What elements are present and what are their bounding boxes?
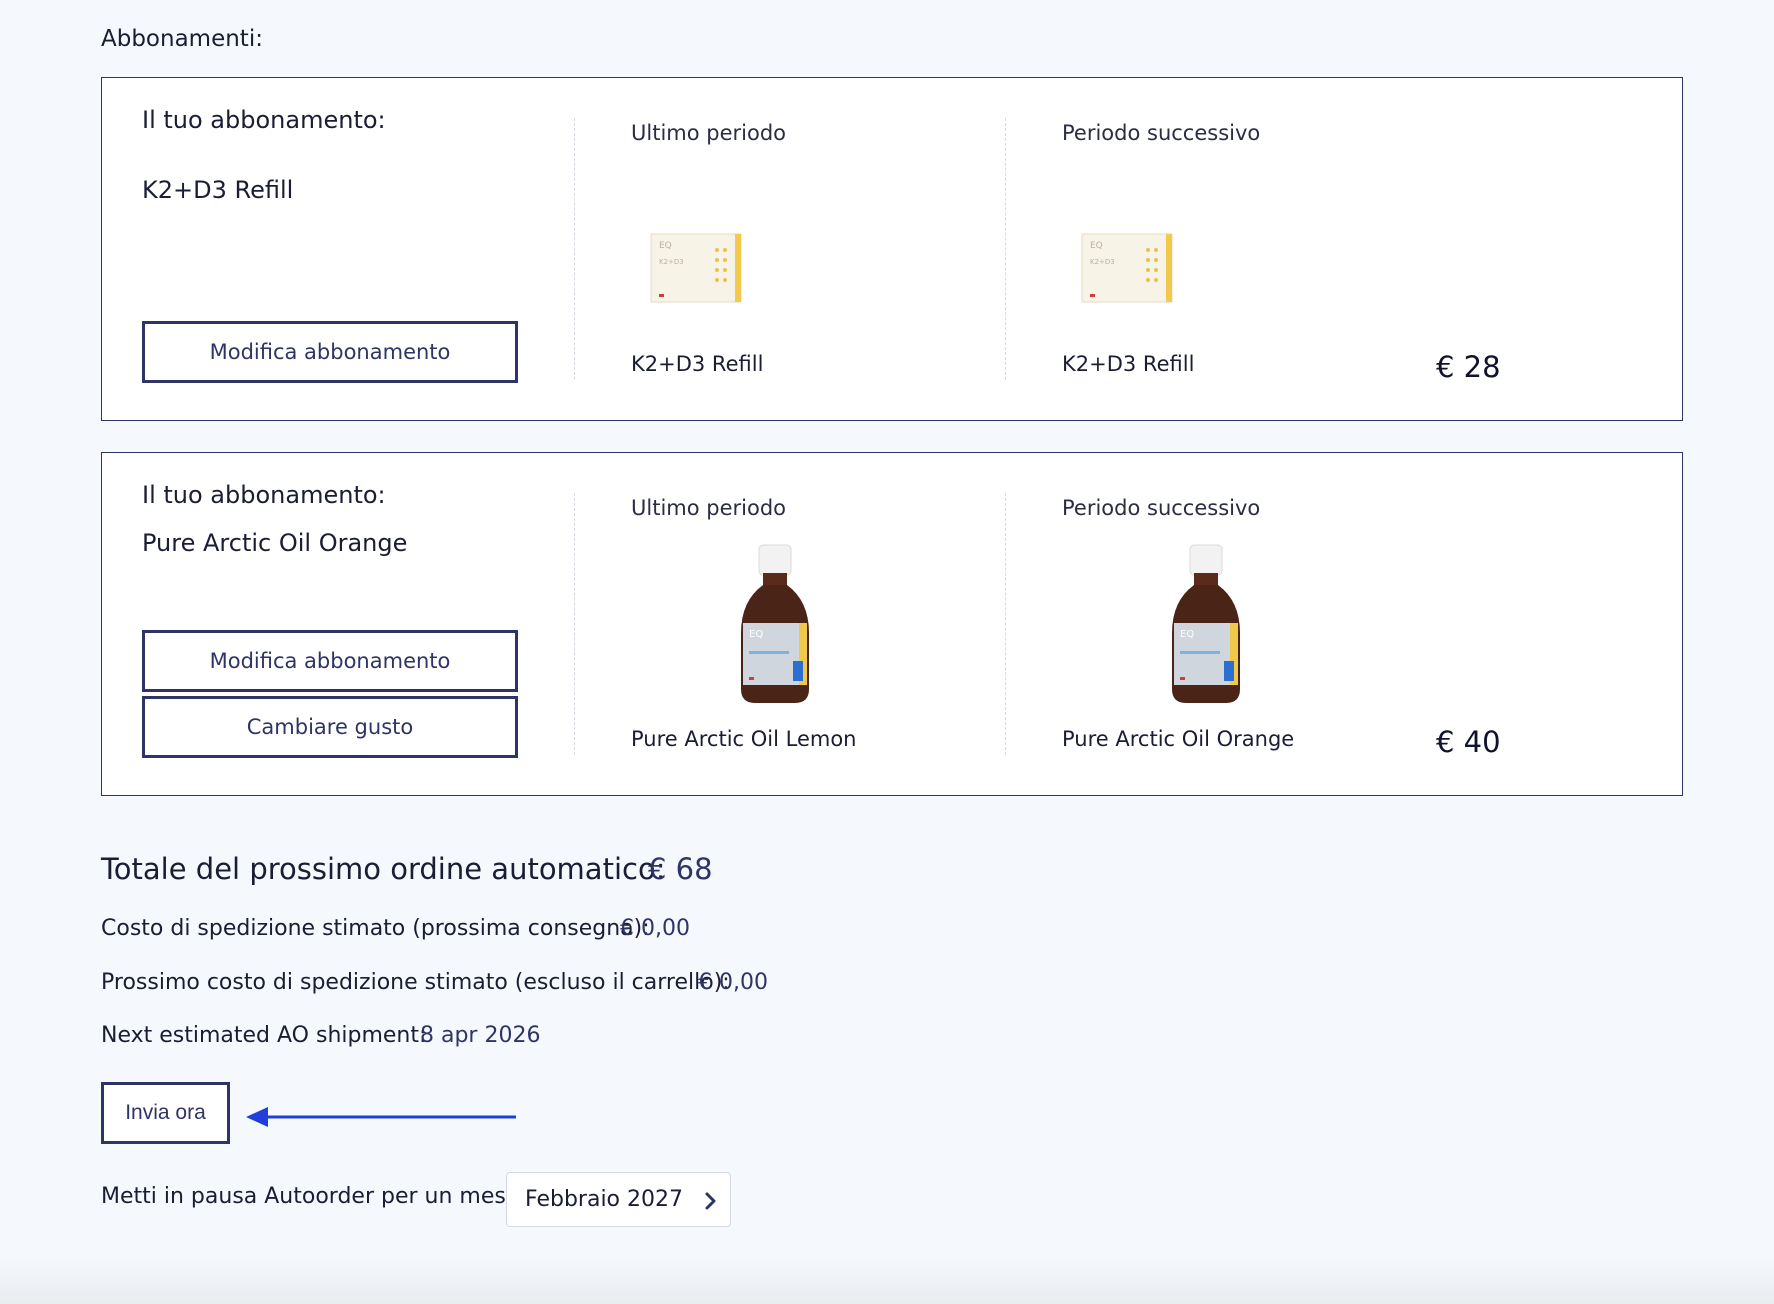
column-divider xyxy=(1005,118,1006,380)
modify-subscription-button[interactable]: Modifica abbonamento xyxy=(142,630,518,692)
subscription-price: € 40 xyxy=(1436,725,1501,759)
k2d3-box-image: EQ K2+D3 xyxy=(650,233,742,303)
svg-text:EQ: EQ xyxy=(659,241,672,251)
svg-text:EQ: EQ xyxy=(749,629,763,640)
arrow-left-icon xyxy=(246,1107,516,1127)
send-now-button[interactable]: Invia ora xyxy=(101,1082,230,1144)
selected-month: Febbraio 2027 xyxy=(525,1187,683,1212)
next-period-column: Periodo successivo EQ K2+D3 K2+D3 Refill xyxy=(1062,78,1422,420)
last-period-label: Ultimo periodo xyxy=(631,121,786,145)
k2d3-box-image: EQ K2+D3 xyxy=(1081,233,1173,303)
last-period-label: Ultimo periodo xyxy=(631,496,786,520)
your-subscription-label: Il tuo abbonamento: xyxy=(142,106,386,134)
last-period-column: Ultimo periodo EQ K2+D3 K2+D3 Refill xyxy=(631,78,991,420)
next-period-label: Periodo successivo xyxy=(1062,121,1261,145)
section-title: Abbonamenti: xyxy=(101,26,263,52)
page-footer-shade xyxy=(0,1256,1774,1304)
next-period-product: Pure Arctic Oil Orange xyxy=(1062,727,1295,751)
svg-text:K2+D3: K2+D3 xyxy=(1090,258,1115,266)
next-period-product: K2+D3 Refill xyxy=(1062,352,1195,376)
total-value: € 68 xyxy=(648,852,713,886)
subscription-price: € 28 xyxy=(1436,350,1501,384)
column-divider xyxy=(574,493,575,755)
your-subscription-label: Il tuo abbonamento: xyxy=(142,481,386,509)
subscription-card-arctic-oil: Il tuo abbonamento: Pure Arctic Oil Oran… xyxy=(101,452,1683,796)
subscription-info: Il tuo abbonamento: Pure Arctic Oil Oran… xyxy=(142,453,522,795)
total-label: Totale del prossimo ordine automatico: xyxy=(101,852,666,886)
subscription-name: K2+D3 Refill xyxy=(142,176,294,204)
pause-autoorder-label: Metti in pausa Autoorder per un mese: xyxy=(101,1184,527,1209)
subscription-info: Il tuo abbonamento: K2+D3 Refill Modific… xyxy=(142,78,522,420)
svg-text:EQ: EQ xyxy=(1180,629,1194,640)
column-divider xyxy=(1005,493,1006,755)
next-period-label: Periodo successivo xyxy=(1062,496,1261,520)
svg-text:K2+D3: K2+D3 xyxy=(659,258,684,266)
last-period-product: K2+D3 Refill xyxy=(631,352,764,376)
next-shipment-date: 8 apr 2026 xyxy=(420,1023,541,1048)
last-period-product: Pure Arctic Oil Lemon xyxy=(631,727,857,751)
next-shipping-cost-value: € 0,00 xyxy=(698,970,768,995)
next-shipping-cost-label: Prossimo costo di spedizione stimato (es… xyxy=(101,970,730,995)
change-flavor-button[interactable]: Cambiare gusto xyxy=(142,696,518,758)
column-divider xyxy=(574,118,575,380)
shipping-cost-value: € 0,00 xyxy=(620,916,690,941)
svg-text:EQ: EQ xyxy=(1090,241,1103,251)
next-period-column: Periodo successivo EQ Pure Arctic Oil Or… xyxy=(1062,453,1422,795)
arctic-oil-bottle-image: EQ xyxy=(1172,544,1240,703)
pause-month-select[interactable]: Febbraio 2027 xyxy=(506,1172,731,1227)
next-shipment-label: Next estimated AO shipment: xyxy=(101,1023,427,1048)
subscription-card-k2d3: Il tuo abbonamento: K2+D3 Refill Modific… xyxy=(101,77,1683,421)
chevron-right-icon xyxy=(705,1192,716,1210)
arctic-oil-bottle-image: EQ xyxy=(741,544,809,703)
last-period-column: Ultimo periodo EQ Pure Arctic Oil Lemon xyxy=(631,453,991,795)
shipping-cost-label: Costo di spedizione stimato (prossima co… xyxy=(101,916,650,941)
subscription-name: Pure Arctic Oil Orange xyxy=(142,529,408,557)
modify-subscription-button[interactable]: Modifica abbonamento xyxy=(142,321,518,383)
